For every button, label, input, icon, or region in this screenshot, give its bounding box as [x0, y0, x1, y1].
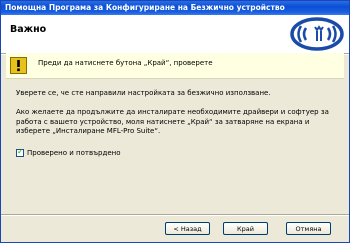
confirm-checkbox[interactable]: ✓	[16, 147, 24, 157]
wizard-header: Важно	[1, 15, 349, 53]
notice-text: Преди да натиснете бутона „Край“, провер…	[38, 59, 213, 67]
body-paragraph-2: Ако желаете да продължите да инсталирате…	[16, 108, 329, 135]
warning-icon	[10, 57, 27, 74]
notice-banner: Преди да натиснете бутона „Край“, провер…	[6, 53, 344, 79]
confirm-checkbox-label[interactable]: Проверено и потвърдено	[27, 149, 121, 157]
window-title: Помощна Програма за Конфигуриране на Без…	[5, 3, 285, 12]
finish-button[interactable]: Край	[223, 222, 268, 235]
confirm-checkbox-row[interactable]: ✓ Проверено и потвърдено	[16, 147, 121, 157]
wireless-logo-icon	[290, 17, 344, 51]
window-title-bar[interactable]: Помощна Програма за Конфигуриране на Без…	[1, 1, 349, 15]
wizard-content: Уверете се, че сте направили настройката…	[1, 79, 349, 219]
cancel-button[interactable]: Отмяна	[286, 222, 331, 235]
page-title: Важно	[10, 24, 47, 35]
back-button[interactable]: < Назад	[165, 222, 210, 235]
wizard-window: Помощна Програма за Конфигуриране на Без…	[0, 0, 350, 243]
body-paragraph-1: Уверете се, че сте направили настройката…	[16, 89, 271, 97]
footer-divider	[1, 214, 349, 216]
check-mark-icon: ✓	[17, 147, 24, 156]
